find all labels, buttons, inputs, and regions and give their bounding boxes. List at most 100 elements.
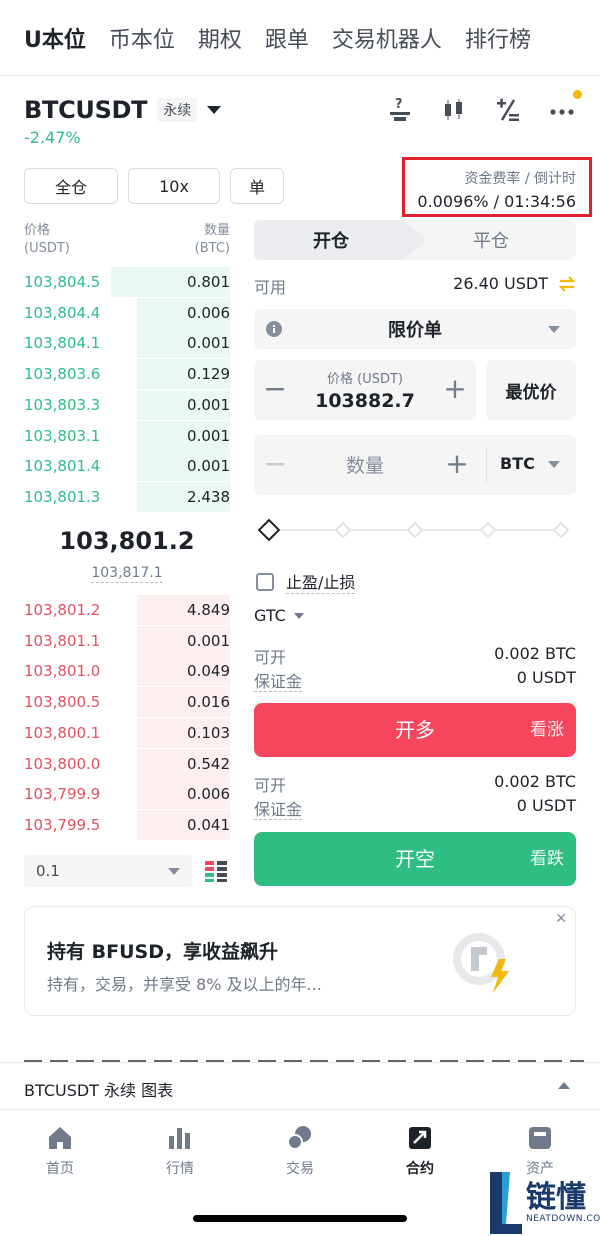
quantity-slider[interactable] (254, 518, 576, 542)
caret-down-icon (293, 612, 304, 619)
bid-row[interactable]: 103,800.1 0.103 (24, 717, 230, 748)
tab-options[interactable]: 期权 (198, 22, 242, 54)
ask-qty: 0.001 (187, 457, 230, 476)
buy-can-open-label: 可开 (254, 648, 287, 667)
nav-home[interactable]: 首页 (20, 1124, 100, 1178)
sell-margin-label: 保证金 (254, 800, 303, 820)
home-indicator[interactable] (193, 1215, 407, 1222)
bid-qty: 0.103 (187, 723, 230, 742)
price-change: -2.47% (24, 128, 81, 147)
caret-down-icon (207, 106, 222, 114)
ask-price: 103,803.1 (24, 426, 101, 445)
ask-row[interactable]: 103,803.6 0.129 (24, 359, 230, 390)
symbol-selector[interactable]: BTCUSDT 永续 (24, 96, 222, 124)
buy-can-open-value: 0.002 BTC (494, 644, 576, 663)
bid-price: 103,799.9 (24, 785, 101, 804)
open-long-button[interactable]: 开多 看涨 (254, 703, 576, 757)
open-long-label: 开多 (395, 718, 435, 742)
ask-qty: 2.438 (187, 487, 230, 506)
chart-drawer-bar[interactable]: BTCUSDT 永续 图表 (0, 1062, 600, 1110)
bid-qty: 0.001 (187, 631, 230, 650)
price-unit: (USDT) (24, 241, 70, 256)
candlestick-chart-icon[interactable] (440, 96, 468, 124)
slider-mark-25[interactable] (334, 521, 352, 539)
bid-row[interactable]: 103,800.5 0.016 (24, 687, 230, 718)
quantity-unit-select[interactable]: BTC (500, 454, 535, 473)
tab-close-position[interactable]: 平仓 (406, 220, 576, 260)
bid-row[interactable]: 103,801.1 0.001 (24, 625, 230, 656)
leverage-button[interactable]: 10x (128, 168, 220, 204)
position-mode-button[interactable]: 单 (230, 168, 284, 204)
slider-thumb[interactable] (257, 518, 281, 542)
open-short-button[interactable]: 开空 看跌 (254, 832, 576, 886)
tpsl-toggle[interactable]: 止盈/止损 (256, 569, 356, 594)
tab-trading-bots[interactable]: 交易机器人 (332, 22, 442, 54)
tab-copy-trading[interactable]: 跟单 (265, 22, 309, 54)
quantity-input[interactable]: − 数量 + BTC (254, 435, 576, 495)
funding-rate-label: 资金费率 / 倒计时 (464, 171, 576, 187)
nav-futures[interactable]: 合约 (380, 1124, 460, 1178)
svg-text:?: ? (395, 97, 403, 112)
calculator-icon[interactable] (494, 96, 522, 124)
price-input[interactable]: − 价格 (USDT) 103882.7 + (254, 360, 476, 420)
promo-subtitle: 持有，交易，并享受 8% 及以上的年... (47, 975, 322, 994)
promo-banner[interactable]: 持有 BFUSD，享收益飙升 持有，交易，并享受 8% 及以上的年... ✕ (24, 906, 576, 1016)
bid-row[interactable]: 103,801.2 4.849 (24, 595, 230, 625)
order-type-select[interactable]: 限价单 (254, 309, 576, 349)
ask-qty: 0.001 (187, 334, 230, 353)
question-tools-icon[interactable]: ? (386, 96, 414, 124)
open-close-toggle: 平仓 开仓 (254, 220, 576, 260)
ask-row[interactable]: 103,804.1 0.001 (24, 328, 230, 359)
caret-up-icon[interactable] (558, 1082, 570, 1089)
price-increment-button[interactable]: + (440, 374, 470, 404)
bid-price: 103,801.0 (24, 662, 101, 681)
more-menu-icon[interactable] (548, 90, 582, 124)
bid-row[interactable]: 103,800.0 0.542 (24, 748, 230, 779)
available-balance: 26.40 USDT (453, 274, 548, 293)
qty-increment-button[interactable]: + (442, 449, 472, 479)
slider-mark-100[interactable] (552, 521, 570, 539)
order-book-layout-icon[interactable] (204, 859, 228, 883)
ask-row[interactable]: 103,804.5 0.801 (24, 267, 230, 297)
tab-open-position[interactable]: 开仓 (254, 220, 426, 260)
transfer-icon[interactable] (558, 274, 576, 294)
trade-icon (287, 1126, 311, 1150)
ask-row[interactable]: 103,803.1 0.001 (24, 420, 230, 451)
ask-row[interactable]: 103,803.3 0.001 (24, 389, 230, 420)
buy-margin-value: 0 USDT (516, 668, 576, 687)
tab-usdm[interactable]: U本位 (24, 22, 86, 54)
slider-mark-75[interactable] (479, 521, 497, 539)
tab-leaderboard[interactable]: 排行榜 (465, 22, 531, 54)
tpsl-checkbox[interactable] (256, 572, 274, 591)
bid-row[interactable]: 103,801.0 0.049 (24, 656, 230, 687)
ask-row[interactable]: 103,801.3 2.438 (24, 481, 230, 512)
bid-qty: 4.849 (187, 601, 230, 619)
ask-price: 103,804.4 (24, 303, 101, 322)
ask-price: 103,803.6 (24, 365, 101, 384)
margin-mode-button[interactable]: 全仓 (24, 168, 118, 204)
open-short-label: 开空 (395, 847, 435, 871)
ask-qty: 0.801 (187, 273, 230, 291)
nav-markets[interactable]: 行情 (140, 1124, 220, 1178)
time-in-force-select[interactable]: GTC (254, 606, 304, 625)
ask-row[interactable]: 103,801.4 0.001 (24, 451, 230, 482)
info-icon[interactable] (266, 321, 282, 337)
ask-row[interactable]: 103,804.4 0.006 (24, 297, 230, 328)
tpsl-label: 止盈/止损 (286, 569, 356, 594)
funding-rate-value[interactable]: 0.0096% / 01:34:56 (417, 192, 576, 211)
depth-step-select[interactable]: 0.1 (24, 855, 192, 887)
slider-mark-50[interactable] (406, 521, 424, 539)
price-header: 价格 (24, 223, 51, 238)
bid-price: 103,799.5 (24, 815, 101, 834)
close-icon[interactable]: ✕ (555, 911, 567, 927)
wallet-icon (529, 1127, 551, 1149)
mark-price: 103,817.1 (91, 565, 163, 583)
tab-coinm[interactable]: 币本位 (109, 22, 175, 54)
ask-qty: 0.129 (187, 365, 230, 384)
last-price[interactable]: 103,801.2 (24, 527, 230, 555)
bid-row[interactable]: 103,799.5 0.041 (24, 809, 230, 840)
top-tabs: U本位 币本位 期权 跟单 交易机器人 排行榜 (0, 0, 600, 76)
nav-trade[interactable]: 交易 (260, 1124, 340, 1178)
best-price-button[interactable]: 最优价 (486, 360, 576, 420)
bid-row[interactable]: 103,799.9 0.006 (24, 779, 230, 810)
